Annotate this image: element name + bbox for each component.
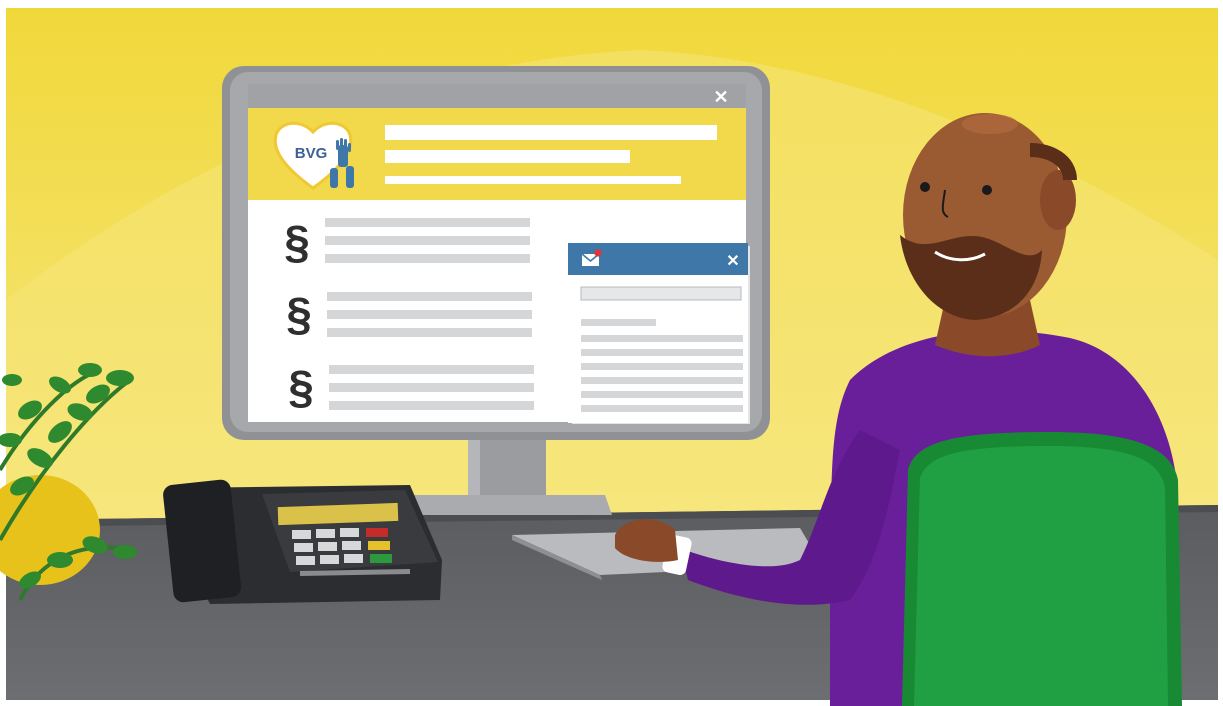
header-line-2 — [385, 150, 630, 163]
eye-left — [920, 182, 930, 192]
phone-handset[interactable] — [162, 479, 242, 603]
illustration-scene: ✕ BVG § § § ✕ — [0, 0, 1223, 706]
office-chair — [902, 432, 1182, 706]
mail-window: ✕ — [568, 243, 750, 424]
header-line-3 — [385, 176, 681, 184]
section-icon: § — [288, 361, 314, 413]
window-titlebar — [248, 84, 746, 108]
logo-text: BVG — [295, 145, 328, 162]
mail-subject-field[interactable] — [580, 286, 742, 301]
window-close-button[interactable]: ✕ — [713, 87, 728, 107]
mail-close-button[interactable]: ✕ — [726, 253, 739, 270]
section-icon: § — [284, 216, 310, 268]
mail-label-line — [581, 319, 656, 326]
monitor: ✕ BVG § § § ✕ — [222, 66, 770, 440]
head-shine — [962, 114, 1018, 134]
header-line-1 — [385, 125, 717, 140]
eye-right — [982, 185, 992, 195]
section-icon: § — [286, 288, 312, 340]
desk-phone — [162, 479, 442, 604]
